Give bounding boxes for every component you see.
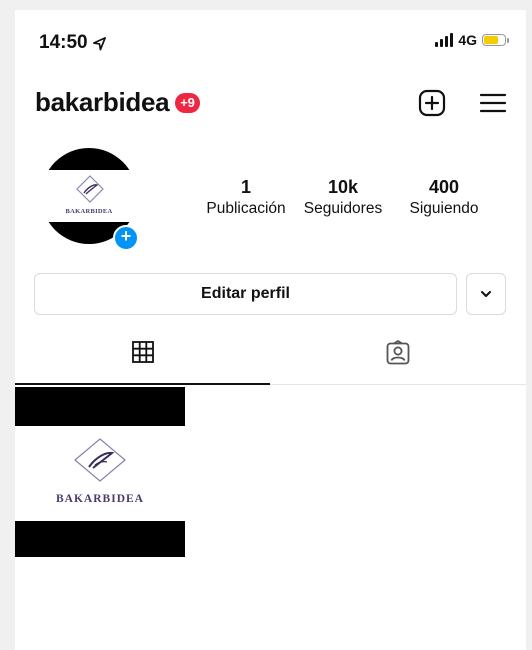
add-story-button[interactable]: +	[113, 225, 139, 251]
stat-following[interactable]: 400 Siguiendo	[399, 176, 489, 220]
tab-posts-grid[interactable]	[15, 340, 270, 385]
active-tab-indicator	[15, 383, 270, 385]
stat-posts-count: 1	[240, 177, 251, 197]
username-text: bakarbidea	[35, 87, 170, 117]
location-arrow-icon	[92, 36, 106, 50]
suggestions-button[interactable]	[466, 273, 506, 315]
status-time-text: 14:50	[39, 32, 88, 53]
stat-following-count: 400	[428, 177, 460, 197]
avatar-logo-text: BAKARBIDEA	[65, 208, 113, 215]
tagged-icon	[386, 340, 410, 365]
stat-posts[interactable]: 1 Publicación	[201, 176, 291, 220]
stat-posts-label: Publicación	[206, 200, 286, 217]
chevron-down-icon	[481, 291, 491, 297]
stat-followers-count: 10k	[327, 177, 359, 197]
tab-tagged[interactable]	[270, 340, 526, 385]
new-post-icon[interactable]	[417, 88, 447, 118]
logo-diamond-icon	[73, 438, 127, 482]
post-logo-text: BAKARBIDEA	[56, 493, 144, 505]
status-indicators: 4G	[435, 32, 509, 48]
profile-screen: 14:50 4G bakarbidea +9 BAKARBIDEA + 1 Pu…	[15, 10, 526, 650]
network-label: 4G	[458, 32, 477, 48]
notification-badge[interactable]: +9	[175, 92, 200, 113]
profile-username[interactable]: bakarbidea +9	[35, 87, 200, 118]
stat-following-label: Siguiendo	[409, 200, 479, 217]
battery-icon	[482, 34, 509, 46]
signal-icon	[435, 33, 454, 47]
post-thumbnail[interactable]: BAKARBIDEA	[15, 387, 185, 557]
status-time: 14:50	[39, 32, 107, 54]
menu-icon[interactable]	[478, 88, 508, 118]
stat-followers[interactable]: 10k Seguidores	[297, 176, 389, 220]
grid-icon	[131, 341, 154, 363]
logo-diamond-icon	[76, 175, 104, 203]
edit-profile-button[interactable]: Editar perfil	[34, 273, 457, 315]
stat-followers-label: Seguidores	[303, 200, 383, 217]
